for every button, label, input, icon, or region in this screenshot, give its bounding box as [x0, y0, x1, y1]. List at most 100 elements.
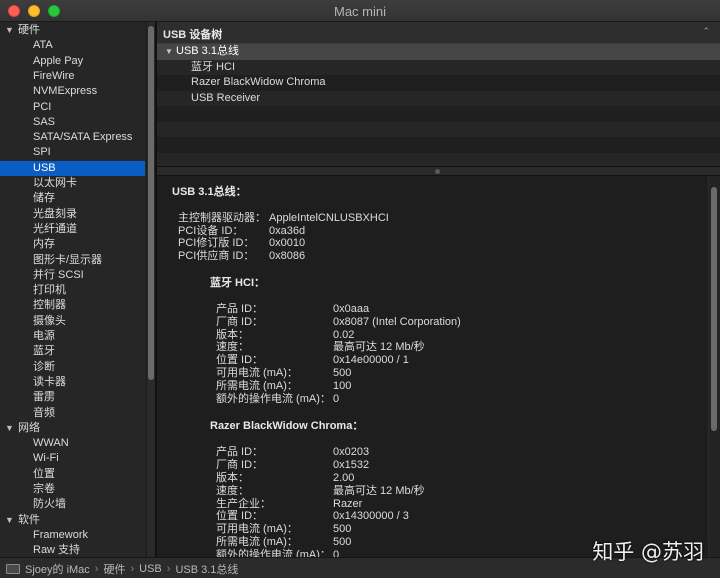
sidebar-item-10[interactable]: 以太网卡: [0, 176, 145, 191]
breadcrumb-item[interactable]: USB 3.1总线: [175, 561, 238, 577]
disclosure-triangle-icon[interactable]: ▼: [5, 421, 14, 436]
property-value: 0xa36d: [269, 224, 306, 237]
sidebar-item-23[interactable]: 读卡器: [0, 375, 145, 390]
sidebar-item-31[interactable]: 防火墙: [0, 497, 145, 512]
disclosure-triangle-icon[interactable]: ▼: [5, 513, 14, 528]
sidebar-item-5[interactable]: PCI: [0, 100, 145, 115]
bus-title: USB 3.1总线：: [172, 186, 247, 198]
property-key: 位置 ID：: [216, 510, 264, 523]
disclosure-triangle-icon[interactable]: ▼: [165, 44, 173, 59]
sidebar-item-label: WWAN: [33, 437, 69, 450]
property-value: 0x8087 (Intel Corporation): [333, 315, 461, 328]
sidebar-item-14[interactable]: 内存: [0, 237, 145, 252]
sidebar-item-label: 并行 SCSI: [33, 268, 84, 281]
breadcrumb-separator-icon: ›: [130, 563, 135, 575]
property-value: 0x0aaa: [333, 303, 370, 315]
sidebar-item-label: 控制器: [33, 299, 66, 312]
sidebar-item-label: 网络: [18, 421, 40, 434]
sidebar-item-2[interactable]: Apple Pay: [0, 54, 145, 69]
sidebar-item-34[interactable]: Raw 支持: [0, 543, 145, 557]
sidebar-item-21[interactable]: 蓝牙: [0, 344, 145, 359]
splitter-handle-icon[interactable]: [435, 169, 440, 174]
sidebar-item-label: 硬件: [18, 24, 40, 36]
tree-row-label: 蓝牙 HCI: [191, 60, 235, 73]
sidebar-item-9[interactable]: USB: [0, 160, 145, 176]
tree-row[interactable]: 蓝牙 HCI: [157, 59, 720, 75]
sidebar-item-label: 摄像头: [33, 314, 66, 327]
property-key: 版本：: [216, 472, 249, 484]
tree-row[interactable]: Razer BlackWidow Chroma: [157, 75, 720, 91]
sidebar-item-15[interactable]: 图形卡/显示器: [0, 253, 145, 268]
sidebar-item-29[interactable]: 位置: [0, 467, 145, 482]
sidebar-item-17[interactable]: 打印机: [0, 283, 145, 298]
tree-header-title: USB 设备树: [163, 29, 223, 41]
pane-splitter[interactable]: [157, 166, 720, 176]
sidebar-item-11[interactable]: 储存: [0, 191, 145, 206]
sidebar-item-3[interactable]: FireWire: [0, 69, 145, 84]
breadcrumb-item[interactable]: Sjoey的 iMac: [25, 561, 90, 577]
tree-row: [157, 106, 720, 122]
sidebar: Raw 支持 Framework ▼ 软件 防火墙 宗卷 位置 Wi-Fi WWAN ▼ 网络 音频 雷…: [0, 22, 155, 557]
sidebar-item-27[interactable]: WWAN: [0, 436, 145, 451]
property-value: 最高可达 12 Mb/秒: [333, 484, 425, 497]
sidebar-item-28[interactable]: Wi-Fi: [0, 451, 145, 466]
property-value: 500: [333, 523, 352, 536]
breadcrumb-item[interactable]: 硬件: [103, 561, 125, 577]
sidebar-item-6[interactable]: SAS: [0, 115, 145, 130]
sidebar-item-label: 软件: [18, 513, 40, 526]
sidebar-item-24[interactable]: 雷雳: [0, 390, 145, 405]
sidebar-item-30[interactable]: 宗卷: [0, 482, 145, 497]
breadcrumb-separator-icon: ›: [166, 563, 171, 575]
sidebar-item-label: 雷雳: [33, 391, 55, 404]
sidebar-item-33[interactable]: Framework: [0, 528, 145, 543]
sidebar-item-13[interactable]: 光纤通道: [0, 222, 145, 237]
property-key: 生产企业：: [216, 497, 271, 510]
sidebar-item-20[interactable]: 电源: [0, 329, 145, 344]
sidebar-item-label: Framework: [33, 528, 89, 541]
detail-scrollbar-thumb[interactable]: [711, 187, 717, 431]
sidebar-item-19[interactable]: 摄像头: [0, 314, 145, 329]
sidebar-item-1[interactable]: ATA: [0, 38, 145, 53]
property-value: AppleIntelCNLUSBXHCI: [269, 212, 389, 224]
property-key: 版本：: [216, 328, 249, 341]
breadcrumb-item[interactable]: USB: [139, 563, 162, 575]
property-value: 最高可达 12 Mb/秒: [333, 341, 425, 354]
sidebar-scrollbar-thumb[interactable]: [148, 26, 154, 380]
property-key: 所需电流 (mA)：: [216, 379, 298, 392]
sidebar-item-label: SAS: [33, 115, 56, 128]
sidebar-item-label: ATA: [33, 39, 53, 52]
sidebar-item-8[interactable]: SPI: [0, 145, 145, 160]
sidebar-item-16[interactable]: 并行 SCSI: [0, 268, 145, 283]
sidebar-item-7[interactable]: SATA/SATA Express: [0, 130, 145, 145]
tree-row: [157, 121, 720, 137]
sidebar-group-26[interactable]: ▼ 网络: [0, 421, 145, 436]
sidebar-item-12[interactable]: 光盘刻录: [0, 207, 145, 222]
tree-row[interactable]: ▼ USB 3.1总线: [157, 44, 720, 60]
sidebar-item-18[interactable]: 控制器: [0, 298, 145, 313]
property-key: 产品 ID：: [216, 303, 264, 315]
property-key: 厂商 ID：: [216, 315, 264, 328]
computer-icon: [6, 564, 20, 574]
sidebar-item-label: 光盘刻录: [33, 207, 77, 220]
sidebar-item-label: PCI: [33, 100, 52, 113]
sidebar-item-25[interactable]: 音频: [0, 406, 145, 421]
sidebar-item-label: Wi-Fi: [33, 452, 59, 465]
sidebar-item-label: 储存: [33, 192, 55, 205]
sidebar-group-0[interactable]: ▼ 硬件: [0, 23, 145, 38]
property-key: 可用电流 (mA)：: [216, 523, 298, 536]
collapse-chevron-icon[interactable]: ⌃: [702, 26, 710, 37]
property-key: 厂商 ID：: [216, 459, 264, 472]
sidebar-item-4[interactable]: NVMExpress: [0, 84, 145, 99]
property-value: 500: [333, 536, 352, 548]
property-value: 0x8086: [269, 250, 306, 263]
sidebar-group-32[interactable]: ▼ 软件: [0, 513, 145, 528]
property-value: 0x0203: [333, 446, 370, 459]
sidebar-item-22[interactable]: 诊断: [0, 360, 145, 375]
property-value: 0x14e00000 / 1: [333, 354, 409, 367]
property-value: 0.02: [333, 328, 355, 341]
tree-row[interactable]: USB Receiver: [157, 90, 720, 106]
sidebar-item-label: SPI: [33, 146, 51, 159]
disclosure-triangle-icon[interactable]: ▼: [5, 23, 14, 38]
property-key: 额外的操作电流 (mA)：: [216, 392, 331, 405]
property-value: 500: [333, 367, 352, 379]
